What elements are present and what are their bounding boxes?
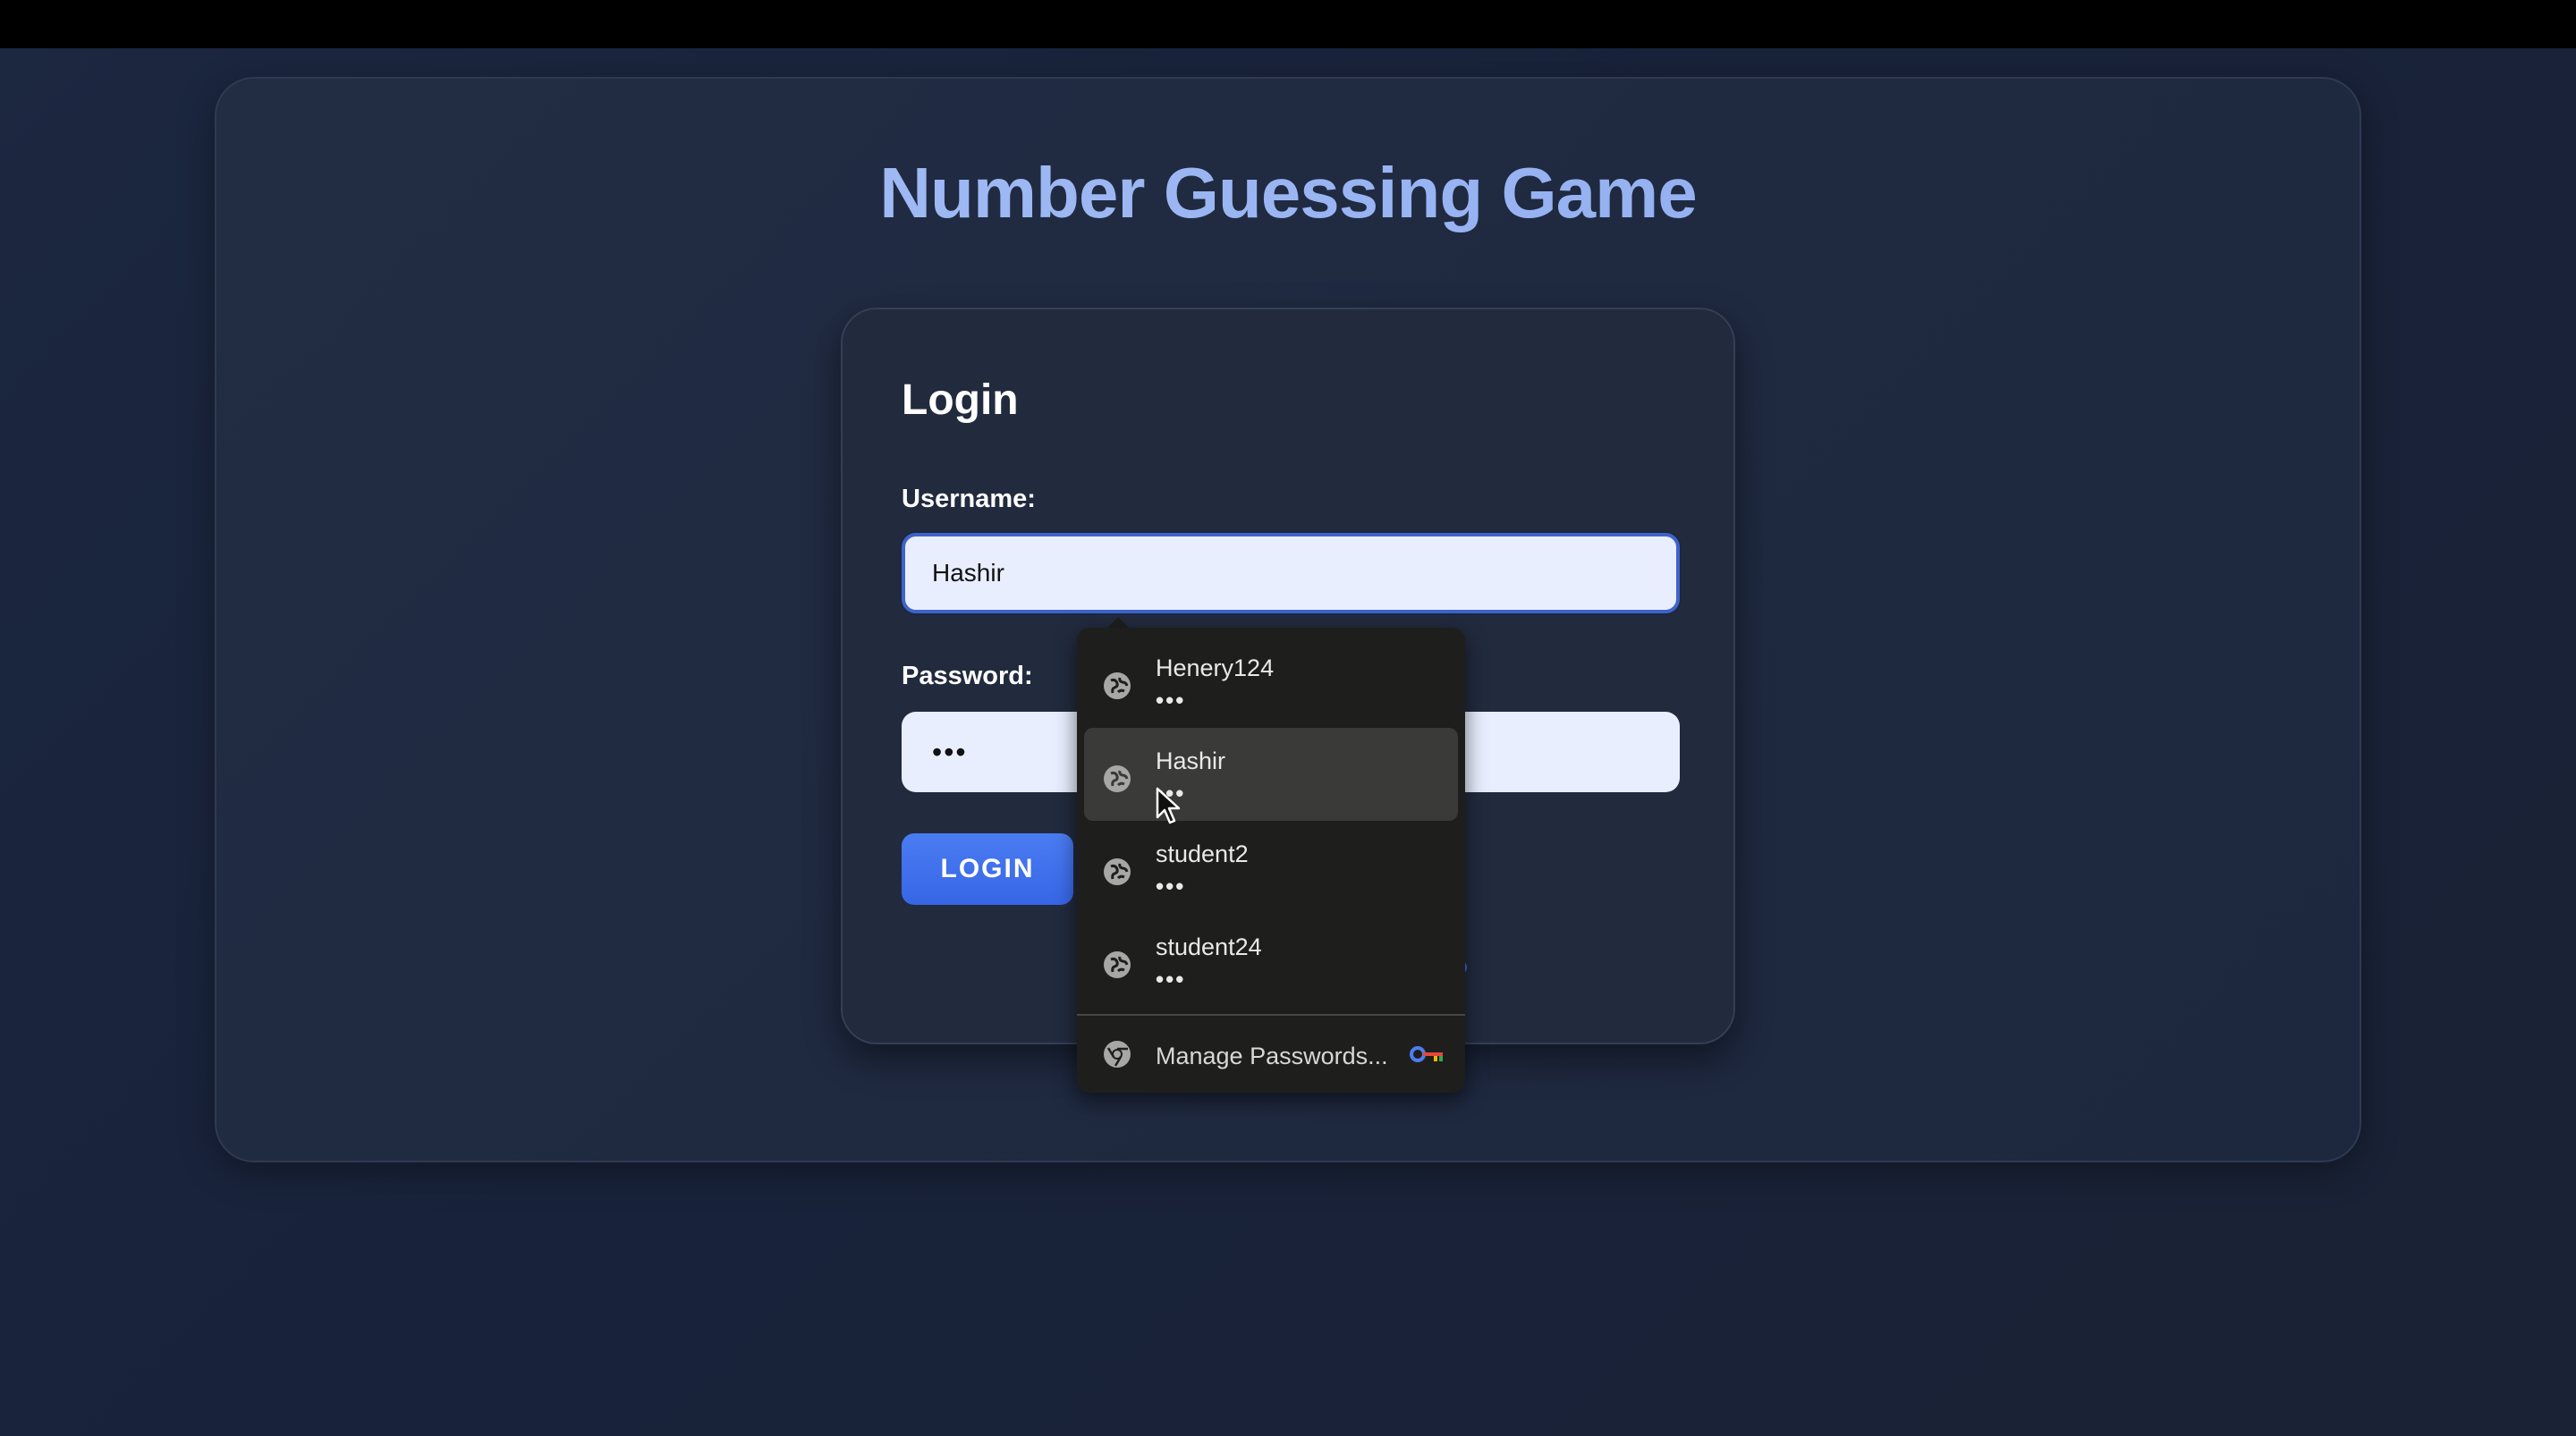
autofill-item-hashir[interactable]: Hashir ••• xyxy=(1084,728,1458,821)
autofill-password-mask: ••• xyxy=(1156,873,1186,900)
chrome-icon xyxy=(1104,1041,1131,1068)
login-heading: Login xyxy=(902,376,1019,424)
page-title: Number Guessing Game xyxy=(0,152,2576,234)
autofill-item-henery124[interactable]: Henery124 ••• xyxy=(1084,635,1458,728)
globe-icon xyxy=(1104,951,1131,978)
mouse-cursor-icon xyxy=(1156,787,1181,824)
manage-passwords-link[interactable]: Manage Passwords... xyxy=(1156,1043,1388,1070)
globe-icon xyxy=(1104,858,1131,885)
login-button[interactable]: LOGIN xyxy=(902,833,1073,905)
autofill-username: Henery124 xyxy=(1156,655,1275,681)
autofill-password-mask: ••• xyxy=(1156,687,1186,714)
autofill-username: student24 xyxy=(1156,933,1262,960)
globe-icon xyxy=(1104,765,1131,792)
autofill-item-student24[interactable]: student24 ••• xyxy=(1084,914,1458,1007)
autofill-caret xyxy=(1107,617,1129,628)
username-label: Username: xyxy=(902,485,1036,513)
password-label: Password: xyxy=(902,662,1033,690)
globe-icon xyxy=(1104,672,1131,699)
autofill-username: student2 xyxy=(1156,840,1249,867)
autofill-divider xyxy=(1077,1014,1465,1016)
autofill-item-student2[interactable]: student2 ••• xyxy=(1084,821,1458,914)
username-input[interactable]: Hashir xyxy=(902,533,1680,613)
window-top-bar xyxy=(0,0,2576,48)
key-icon xyxy=(1410,1044,1445,1064)
autofill-username: Hashir xyxy=(1156,748,1226,774)
autofill-dropdown: Henery124 ••• Hashir ••• student2 ••• st… xyxy=(1077,628,1465,1093)
autofill-password-mask: ••• xyxy=(1156,966,1186,993)
